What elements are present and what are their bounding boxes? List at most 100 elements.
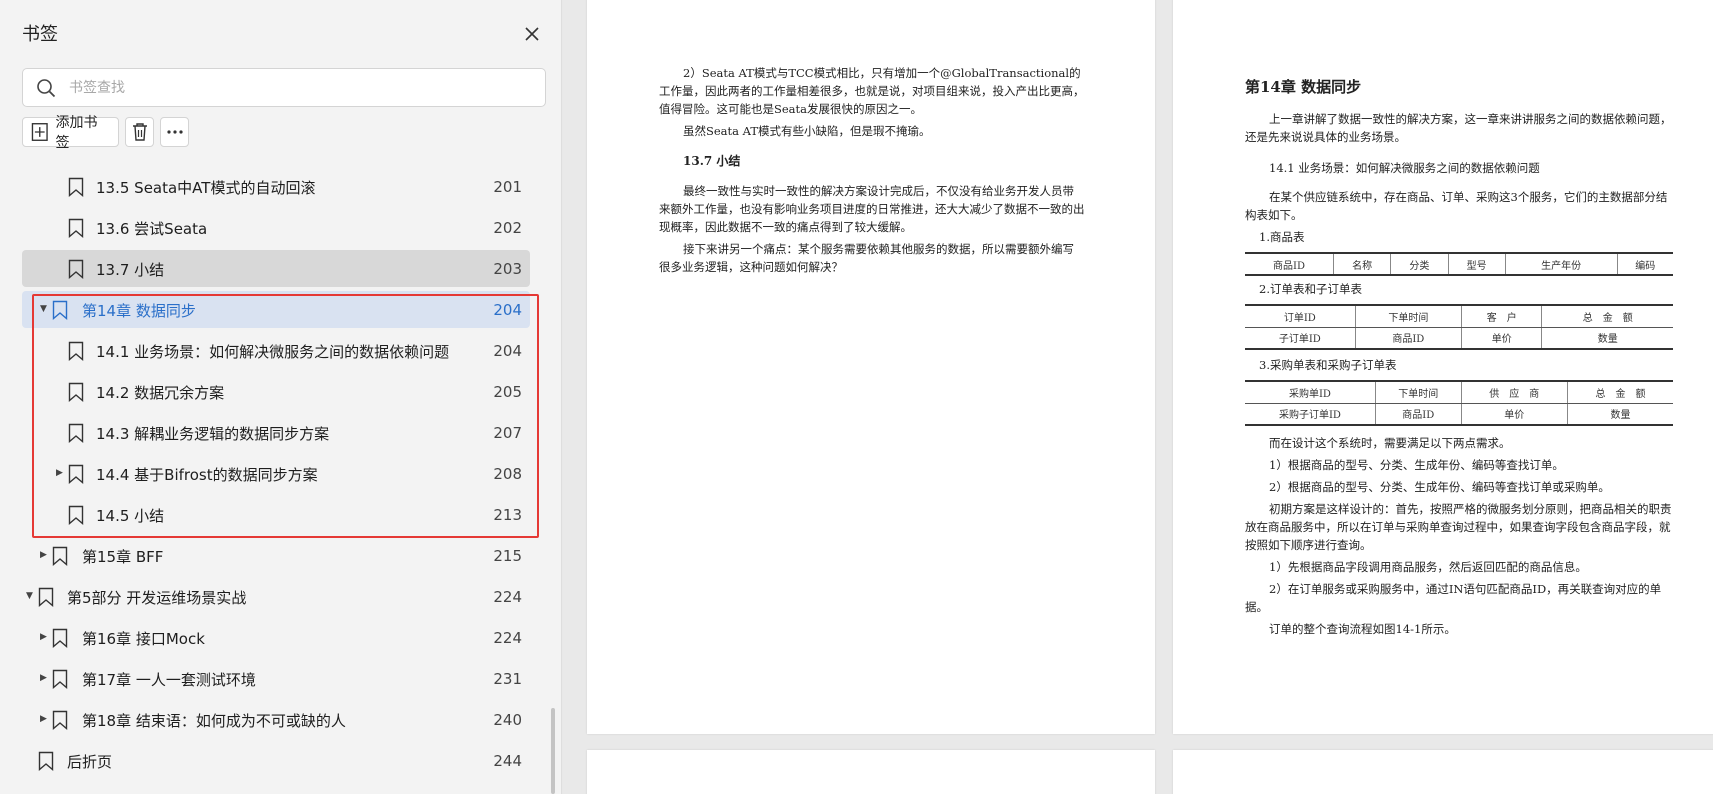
pdf-page-next-right bbox=[1173, 750, 1713, 794]
table-cell: 采购子订单ID bbox=[1245, 402, 1376, 426]
bookmark-page-number: 240 bbox=[493, 711, 522, 729]
bookmark-item[interactable]: ▼ 第5部分 开发运维场景实战 224 bbox=[22, 578, 530, 615]
more-icon bbox=[166, 130, 183, 134]
bookmark-label: 14.3 解耦业务逻辑的数据同步方案 bbox=[96, 425, 330, 443]
table-cell: 单价 bbox=[1461, 326, 1542, 350]
bookmark-label: 第18章 结束语：如何成为不可或缺的人 bbox=[82, 712, 346, 730]
table-cell: 分类 bbox=[1390, 252, 1449, 276]
bookmark-icon bbox=[68, 505, 84, 525]
table-cell: 总 金 额 bbox=[1541, 304, 1673, 328]
bookmark-panel: 书签 添加书签 13.5 Seata中AT模式的自动 bbox=[0, 0, 562, 794]
bookmark-label: 第15章 BFF bbox=[82, 548, 164, 566]
bookmark-icon bbox=[68, 423, 84, 443]
bookmark-item[interactable]: ▶ 第15章 BFF 215 bbox=[22, 537, 530, 574]
bookmark-item[interactable]: ▶ 14.4 基于Bifrost的数据同步方案 208 bbox=[22, 455, 530, 492]
table-cell: 下单时间 bbox=[1374, 380, 1462, 404]
bookmark-search-input[interactable] bbox=[69, 75, 529, 101]
table-cell: 采购单ID bbox=[1245, 380, 1376, 404]
table-cell: 供 应 商 bbox=[1460, 380, 1568, 404]
add-bookmark-button[interactable]: 添加书签 bbox=[22, 115, 119, 151]
bookmark-label: 第16章 接口Mock bbox=[82, 630, 205, 648]
expand-arrow-icon[interactable]: ▶ bbox=[40, 550, 47, 560]
paragraph: 而在设计这个系统时，需要满足以下两点需求。 bbox=[1269, 436, 1511, 450]
bookmark-page-number: 204 bbox=[493, 342, 522, 360]
delete-bookmark-button[interactable] bbox=[125, 117, 154, 147]
add-bookmark-label: 添加书签 bbox=[55, 115, 98, 151]
table-cell: 总 金 额 bbox=[1567, 380, 1673, 404]
table-cell: 单价 bbox=[1460, 402, 1568, 426]
table-title: 3.采购单表和采购子订单表 bbox=[1259, 358, 1397, 372]
chapter-title: 第14章 数据同步 bbox=[1245, 78, 1362, 96]
sidebar-scrollbar[interactable] bbox=[551, 708, 555, 794]
table-cell: 子订单ID bbox=[1245, 326, 1356, 350]
collapse-arrow-icon[interactable]: ▼ bbox=[26, 591, 33, 601]
bookmark-item[interactable]: 14.3 解耦业务逻辑的数据同步方案 207 bbox=[22, 414, 530, 451]
table-cell: 下单时间 bbox=[1354, 304, 1462, 328]
bookmark-label: 14.2 数据冗余方案 bbox=[96, 384, 225, 402]
bookmark-page-number: 205 bbox=[493, 383, 522, 401]
table-cell: 生产年份 bbox=[1504, 252, 1618, 276]
bookmark-search-box[interactable] bbox=[22, 68, 546, 107]
table-cell: 商品ID bbox=[1354, 326, 1462, 350]
bookmark-item[interactable]: 14.5 小结 213 bbox=[22, 496, 530, 533]
bookmark-label: 14.5 小结 bbox=[96, 507, 165, 525]
table-cell: 订单ID bbox=[1245, 304, 1356, 328]
bookmark-icon bbox=[52, 669, 68, 689]
more-options-button[interactable] bbox=[160, 117, 189, 147]
table-cell: 数量 bbox=[1567, 402, 1673, 426]
expand-arrow-icon[interactable]: ▶ bbox=[40, 714, 47, 724]
paragraph: 1）先根据商品字段调用商品服务，然后返回匹配的商品信息。 bbox=[1269, 560, 1587, 574]
expand-arrow-icon[interactable]: ▶ bbox=[40, 632, 47, 642]
bookmark-label: 后折页 bbox=[67, 753, 113, 771]
order-table: 订单ID 下单时间 客 户 总 金 额 子订单ID 商品ID 单价 数量 bbox=[1245, 304, 1673, 350]
bookmark-page-number: 224 bbox=[493, 588, 522, 606]
table-cell: 数量 bbox=[1541, 326, 1673, 350]
collapse-arrow-icon[interactable]: ▼ bbox=[40, 304, 47, 314]
trash-icon bbox=[132, 123, 147, 141]
search-icon bbox=[37, 79, 56, 98]
bookmark-item-selected[interactable]: ▼ 第14章 数据同步 204 bbox=[22, 291, 530, 328]
expand-arrow-icon[interactable]: ▶ bbox=[40, 673, 47, 683]
bookmark-label: 第17章 一人一套测试环境 bbox=[82, 671, 256, 689]
table-cell: 商品ID bbox=[1374, 402, 1462, 426]
paragraph: 2）Seata AT模式与TCC模式相比，只有增加一个@GlobalTransa… bbox=[659, 66, 1085, 116]
bookmark-item[interactable]: 14.2 数据冗余方案 205 bbox=[22, 373, 530, 410]
section-heading: 13.7 小结 bbox=[683, 154, 741, 168]
bookmark-label: 13.6 尝试Seata bbox=[96, 220, 208, 238]
paragraph: 2）在订单服务或采购服务中，通过IN语句匹配商品ID，再关联查询对应的单据。 bbox=[1245, 582, 1662, 614]
bookmark-page-number: 213 bbox=[493, 506, 522, 524]
bookmark-label: 第5部分 开发运维场景实战 bbox=[67, 589, 247, 607]
bookmark-item[interactable]: 14.1 业务场景：如何解决微服务之间的数据依赖问题 204 bbox=[22, 332, 530, 369]
paragraph: 初期方案是这样设计的：首先，按照严格的微服务划分原则，把商品相关的职责放在商品服… bbox=[1245, 502, 1672, 552]
table-cell: 商品ID bbox=[1245, 252, 1334, 276]
bookmark-item[interactable]: 后折页 244 bbox=[22, 742, 530, 779]
paragraph: 在某个供应链系统中，存在商品、订单、采购这3个服务，它们的主数据部分结构表如下。 bbox=[1245, 190, 1668, 222]
paragraph: 订单的整个查询流程如图14-1所示。 bbox=[1269, 622, 1456, 636]
bookmark-item[interactable]: 13.6 尝试Seata 202 bbox=[22, 209, 530, 246]
bookmark-label: 第14章 数据同步 bbox=[82, 302, 196, 320]
bookmark-label: 13.7 小结 bbox=[96, 261, 165, 279]
close-panel-button[interactable] bbox=[518, 20, 546, 48]
bookmark-icon bbox=[68, 218, 84, 238]
paragraph: 上一章讲解了数据一致性的解决方案，这一章来讲讲服务之间的数据依赖问题，还是先来说… bbox=[1245, 112, 1672, 144]
expand-arrow-icon[interactable]: ▶ bbox=[56, 468, 63, 478]
bookmark-page-number: 204 bbox=[493, 301, 522, 319]
paragraph: 1）根据商品的型号、分类、生成年份、编码等查找订单。 bbox=[1269, 458, 1564, 472]
bookmark-page-number: 208 bbox=[493, 465, 522, 483]
document-viewport: 2）Seata AT模式与TCC模式相比，只有增加一个@GlobalTransa… bbox=[563, 0, 1713, 794]
bookmark-icon bbox=[68, 259, 84, 279]
table-title: 1.商品表 bbox=[1259, 230, 1305, 244]
bookmark-item[interactable]: 13.7 小结 203 bbox=[22, 250, 530, 287]
bookmark-item[interactable]: ▶ 第16章 接口Mock 224 bbox=[22, 619, 530, 656]
bookmark-item[interactable]: ▶ 第18章 结束语：如何成为不可或缺的人 240 bbox=[22, 701, 530, 738]
bookmark-page-number: 231 bbox=[493, 670, 522, 688]
bookmark-page-number: 201 bbox=[493, 178, 522, 196]
bookmark-icon bbox=[68, 177, 84, 197]
product-table: 商品ID 名称 分类 型号 生产年份 编码 bbox=[1245, 252, 1673, 276]
bookmark-page-number: 224 bbox=[493, 629, 522, 647]
bookmark-item[interactable]: ▶ 第17章 一人一套测试环境 231 bbox=[22, 660, 530, 697]
pdf-page-next-left bbox=[587, 750, 1155, 794]
bookmark-item[interactable]: 13.5 Seata中AT模式的自动回滚 201 bbox=[22, 168, 530, 205]
bookmark-icon bbox=[38, 587, 54, 607]
bookmark-page-number: 207 bbox=[493, 424, 522, 442]
